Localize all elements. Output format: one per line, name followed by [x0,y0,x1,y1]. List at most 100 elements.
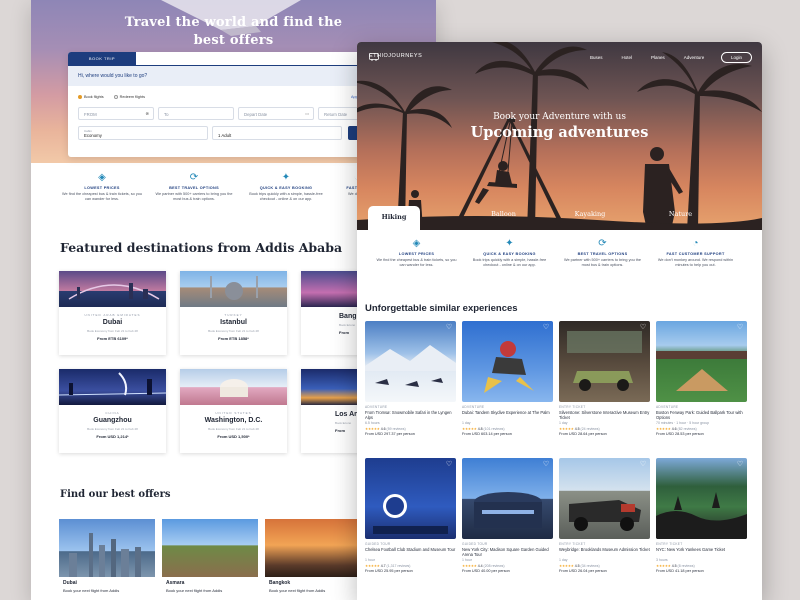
offer-card[interactable]: Asmara Book your next flight from Addis [162,519,258,600]
experience-image-museum: ♡ [559,321,650,402]
offer-image-bangkok [265,519,361,577]
tab-balloon[interactable]: Balloon [481,206,526,230]
favorite-heart-icon[interactable]: ♡ [736,324,744,332]
experience-card[interactable]: ♡ ENTRY TICKET NYC: New York Yankees Gam… [656,458,747,590]
depart-date-field[interactable]: Depart Date ▭ [238,107,314,120]
experience-duration: 6.5 hours [365,421,380,425]
star-rating-icon: ★★★★★ [462,564,477,568]
experience-category: ENTRY TICKET [559,542,586,546]
review-count: (34 reviews) [580,564,600,568]
destination-country: CHINA [105,411,120,415]
destination-image-guangzhou [59,369,166,405]
destination-dates: Book Economy from Feb 21 to Feb 28 [208,427,259,431]
experience-duration: 1 day [559,421,568,425]
experiences-grid: ♡ ADVENTURE From Tromsø: Snowmobile Safa… [365,321,747,590]
cabin-value: Economy [84,133,102,138]
skydiver-image [484,341,534,393]
star-rating-icon: ★★★★★ [365,427,380,431]
experience-duration: 70 minutes · 1 hour · 5 hour group [656,421,710,425]
rating-value: 4.5 [671,564,677,568]
destination-card[interactable]: TURKEY Istanbul Book Economy from Feb 21… [180,271,287,355]
memorial-image [220,379,248,397]
nav-hotel[interactable]: Hotel [622,55,633,60]
destination-price: From USD 1,500* [217,434,250,439]
destination-image-dubai [59,271,166,307]
favorite-heart-icon[interactable]: ♡ [639,461,647,469]
experience-card[interactable]: ♡ GUIDED TOUR New York City: Madison Squ… [462,458,553,590]
experience-card[interactable]: ♡ ENTRY TICKET Silverstone: Silverstone … [559,321,650,453]
from-field[interactable]: FROM ⊗ [78,107,154,120]
experience-image-brooklands: ♡ [559,458,650,539]
review-count: (24 reviews) [580,427,600,431]
offer-image-dubai [59,519,155,577]
experience-card[interactable]: ♡ ADVENTURE Dubai: Tandem Skydive Experi… [462,321,553,453]
experience-category: ADVENTURE [656,405,679,409]
experience-card[interactable]: ♡ ENTRY TICKET Weybridge: Brooklands Mus… [559,458,650,590]
tab-nature[interactable]: Nature [658,206,703,230]
nav-planes[interactable]: Planes [651,55,665,60]
destination-country: TURKEY [224,313,243,317]
offer-city: Dubai [63,580,77,586]
to-field[interactable]: To [158,107,234,120]
benefit-title: BEST TRAVEL OPTIONS [577,252,628,256]
experience-title: NYC: New York Yankees Game Ticket [656,547,726,552]
brand-logo[interactable]: ETHIOJOURNEYS [369,53,422,61]
vintage-car-image [567,331,642,391]
crowd-image [656,492,747,539]
favorite-heart-icon[interactable]: ♡ [542,461,550,469]
adventure-booking-page: ETHIOJOURNEYS Buses Hotel Planes Adventu… [357,42,762,600]
rating-value: 4.8 [477,427,483,431]
experience-price: From USD 41.18 per person [656,569,704,573]
book-trip-tab[interactable]: BOOK TRIP [68,52,136,65]
favorite-heart-icon[interactable]: ♡ [736,461,744,469]
benefit-desc: We partner with 500+ carriers to bring y… [563,258,642,267]
tab-kayaking[interactable]: Kayaking [565,206,615,230]
experience-card[interactable]: ♡ ADVENTURE Boston Fenway Park: Guided B… [656,321,747,453]
experience-title: Dubai: Tandem Skydive Experience at The … [462,410,550,415]
experience-rating: ★★★★★ 4.8 (101 reviews) [462,427,553,431]
redeem-flights-radio[interactable]: Redeem flights [113,95,145,99]
experience-rating: ★★★★★ 4.5 (24 reviews) [559,427,650,431]
experience-title: Chelsea Football Club Stadium and Museum… [365,547,456,552]
experience-card[interactable]: ♡ ADVENTURE From Tromsø: Snowmobile Safa… [365,321,456,453]
favorite-heart-icon[interactable]: ♡ [445,461,453,469]
rating-value: 4.4 [477,564,483,568]
favorite-heart-icon[interactable]: ♡ [445,324,453,332]
experience-price: From USD 40.00 per person [462,569,510,573]
star-rating-icon: ★★★★★ [559,427,574,431]
offer-card[interactable]: Dubai Book your next flight from Addis [59,519,155,600]
swap-icon[interactable]: ⊗ [145,111,149,117]
favorite-heart-icon[interactable]: ♡ [542,324,550,332]
cabin-select[interactable]: Cabin Economy [78,126,208,140]
passengers-select[interactable]: 1 Adult [212,126,342,140]
nav-buses[interactable]: Buses [590,55,603,60]
tab-hiking[interactable]: Hiking [368,206,420,230]
experience-image-snowmobile: ♡ [365,321,456,402]
destination-card[interactable]: UNITED ARAB EMIRATES Dubai Book Economy … [59,271,166,355]
route-icon: ⟳ [598,238,607,249]
destination-card[interactable]: UNITED STATES Washington, D.C. Book Econ… [180,369,287,453]
experience-rating: ★★★★★ 4.4 (208 reviews) [462,564,553,568]
trip-type-radios: Book flights Redeem flights [78,95,145,99]
from-placeholder: FROM [84,112,97,117]
destination-card[interactable]: CHINA Guangzhou Book Economy from Feb 21… [59,369,166,453]
book-flights-radio[interactable]: Book flights [78,95,104,99]
experience-category: GUIDED TOUR [365,542,391,546]
experience-category: GUIDED TOUR [462,542,488,546]
benefit-easy-booking: ✦ QUICK & EASY BOOKING Book trips quickly … [468,238,551,268]
favorite-heart-icon[interactable]: ♡ [639,324,647,332]
return-placeholder: Return Date [324,112,348,117]
review-count: (208 reviews) [483,564,505,568]
benefit-desc: We partner with 500+ carriers to bring y… [155,192,233,201]
experience-card[interactable]: ♡ GUIDED TOUR Chelsea Football Club Stad… [365,458,456,590]
radio-label: Book flights [84,95,104,99]
experience-rating: ★★★★★ 4.5 (34 reviews) [559,564,650,568]
destination-city: Guangzhou [93,417,132,424]
experience-category: ADVENTURE [365,405,388,409]
destination-dates: Book Economy from Feb 21 to Feb 28 [208,329,259,333]
login-button[interactable]: Login [721,52,752,63]
offer-card[interactable]: Bangkok Book your next flight from Addis [265,519,361,600]
nav-adventure[interactable]: Adventure [684,55,705,60]
experience-title: New York City: Madison Square Garden Gui… [462,547,549,557]
stadium-sign-image [373,494,448,534]
